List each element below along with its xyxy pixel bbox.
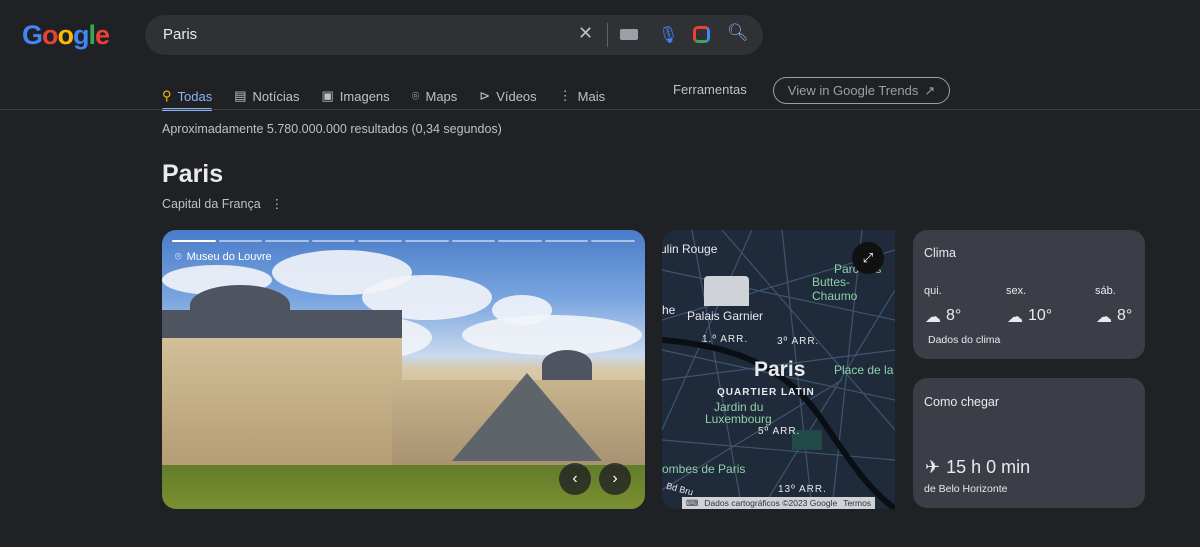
image-icon: ▣: [321, 88, 334, 103]
cloud-icon: ☁: [1007, 309, 1023, 326]
entity-subtitle: Capital da França ⋮: [162, 196, 283, 211]
slide-indicator[interactable]: [218, 240, 263, 242]
google-logo[interactable]: Google: [22, 20, 110, 51]
terms-link[interactable]: Termos: [843, 497, 871, 509]
temp: 8°: [1117, 307, 1133, 324]
weather-source-link[interactable]: Dados do clima: [928, 334, 1000, 346]
tab-maps[interactable]: ⌾ Maps: [412, 82, 458, 110]
trends-label: View in Google Trends: [787, 83, 919, 98]
google-trends-button[interactable]: View in Google Trends ↗: [773, 77, 950, 104]
header-divider: [0, 109, 1200, 110]
search-icon[interactable]: 🔍︎: [727, 23, 749, 43]
map-label: 3º ARR.: [777, 336, 820, 347]
pyramid: [452, 373, 602, 461]
duration-text: 15 h 0 min: [946, 457, 1031, 477]
keyboard-icon[interactable]: ⌨: [686, 497, 698, 509]
cloud-icon: ☁: [1096, 309, 1112, 326]
result-stats: Aproximadamente 5.780.000.000 resultados…: [162, 122, 502, 136]
search-tabs: ⚲ Todas ▤ Notícias ▣ Imagens ⌾ Maps ⊳ Vídeos …: [162, 82, 605, 111]
attribution-text: Dados cartográficos ©2023 Google: [704, 498, 838, 508]
slide-progress: [172, 240, 635, 242]
map-label: Palais Garnier: [687, 309, 764, 323]
day-label: qui.: [924, 285, 942, 297]
map-preview[interactable]: ulin Rouge Parc des Buttes-Chaumo Palais…: [662, 230, 895, 509]
slide-indicator[interactable]: [265, 240, 309, 242]
airplane-icon: ✈: [925, 457, 941, 477]
tab-videos[interactable]: ⊳ Vídeos: [479, 82, 536, 110]
weather-title: Clima: [924, 246, 956, 260]
slide-indicator[interactable]: [311, 240, 356, 242]
map-label: ombes de Paris: [662, 462, 746, 476]
map-label: Luxembourg: [705, 412, 772, 426]
map-label: 1.º ARR.: [702, 334, 749, 345]
temp: 8°: [946, 307, 962, 324]
louvre-photo-carousel[interactable]: ⌾ Museu do Louvre ‹ ›: [162, 230, 645, 509]
slide-indicator[interactable]: [498, 240, 542, 242]
search-input[interactable]: Paris: [163, 26, 197, 43]
search-box[interactable]: Paris ✕ 🎙 🔍︎: [145, 15, 763, 55]
tab-label: Notícias: [252, 88, 300, 104]
slide-indicator[interactable]: [544, 240, 589, 242]
pin-icon: ⌾: [411, 88, 420, 103]
subtitle-text: Capital da França: [162, 197, 261, 211]
tab-todas[interactable]: ⚲ Todas: [162, 82, 213, 111]
tab-imagens[interactable]: ▣ Imagens: [322, 82, 390, 110]
forecast-fri: ☁ 10°: [1007, 307, 1052, 327]
tab-label: Maps: [425, 88, 458, 104]
tab-label: Todas: [177, 88, 213, 104]
tab-label: Imagens: [339, 88, 390, 104]
directions-card[interactable]: Como chegar ✈ 15 h 0 min de Belo Horizont…: [913, 378, 1145, 508]
keyboard-icon[interactable]: [620, 29, 638, 40]
temp: 10°: [1028, 307, 1053, 324]
slide-indicator[interactable]: [358, 240, 402, 242]
microphone-icon[interactable]: 🎙: [658, 25, 678, 45]
clear-icon[interactable]: ✕: [578, 23, 593, 44]
tab-label: Vídeos: [496, 88, 537, 104]
map-label: Paris: [754, 358, 806, 381]
forecast-sat: ☁ 8°: [1096, 307, 1132, 327]
slide-indicator[interactable]: [451, 240, 496, 242]
map-attribution: ⌨ Dados cartográficos ©2023 Google Termos: [682, 497, 876, 509]
landmark-icon: [704, 276, 749, 306]
tab-mais[interactable]: ⋮ Mais: [559, 82, 605, 110]
slide-indicator[interactable]: [404, 240, 449, 242]
news-icon: ▤: [234, 88, 247, 103]
map-label: Place de la: [834, 363, 894, 377]
origin-text: de Belo Horizonte: [924, 483, 1008, 495]
external-link-icon: ↗: [924, 82, 936, 98]
forecast-thu: ☁ 8°: [925, 307, 961, 327]
map-label: QUARTIER LATIN: [717, 387, 815, 398]
more-options-icon[interactable]: ⋮: [271, 197, 284, 211]
map-label: ulin Rouge: [662, 242, 718, 256]
previous-button[interactable]: ‹: [559, 463, 591, 495]
pin-icon: ⌾: [175, 251, 182, 263]
lens-icon[interactable]: [693, 26, 710, 43]
day-label: sáb.: [1095, 285, 1116, 297]
map-label: 13º ARR.: [778, 484, 827, 495]
tab-noticias[interactable]: ▤ Notícias: [234, 82, 299, 110]
play-icon: ⊳: [479, 88, 491, 103]
day-label: sex.: [1006, 285, 1027, 297]
palace-wing: [162, 310, 402, 465]
slide-indicator[interactable]: [591, 240, 635, 242]
flight-duration: ✈ 15 h 0 min: [925, 457, 1030, 478]
slide-indicator[interactable]: [172, 240, 216, 242]
cloud-icon: ☁: [925, 309, 941, 326]
search-icon: ⚲: [162, 88, 172, 103]
expand-map-icon[interactable]: ⤢: [852, 242, 884, 274]
tab-label: Mais: [577, 88, 606, 104]
directions-title: Como chegar: [924, 395, 1000, 409]
location-text: Museu do Louvre: [186, 251, 272, 263]
more-vert-icon: ⋮: [558, 88, 572, 103]
tools-button[interactable]: Ferramentas: [673, 82, 747, 98]
next-button[interactable]: ›: [599, 463, 631, 495]
weather-card[interactable]: Clima qui. sex. sáb. ☁ 8° ☁ 10° ☁ 8° Dados …: [913, 230, 1145, 359]
entity-title: Paris: [162, 160, 224, 188]
map-label: Buttes-Chaumo: [812, 275, 858, 303]
map-label: 5º ARR.: [758, 426, 801, 437]
divider: [607, 23, 608, 47]
map-label: he: [662, 303, 676, 317]
location-label: ⌾ Museu do Louvre: [175, 251, 272, 264]
